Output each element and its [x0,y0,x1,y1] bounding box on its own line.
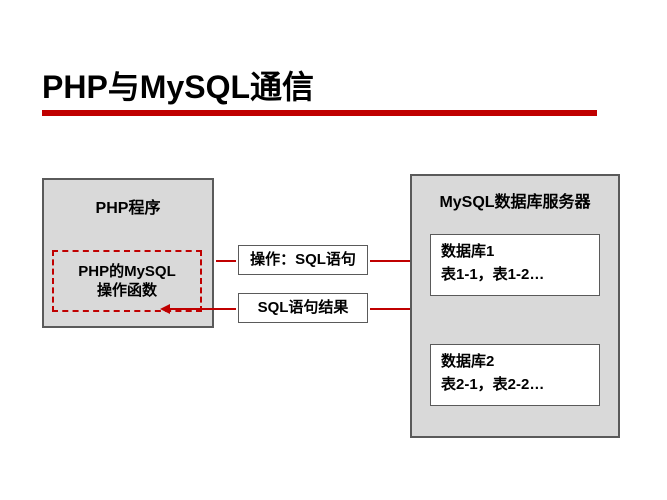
inner-line-2: 操作函数 [97,281,157,301]
database-1-box: 数据库1 表1-1，表1-2… [430,234,600,296]
db1-name: 数据库1 [441,241,589,264]
db2-tables: 表2-1，表2-2… [441,374,589,397]
db2-name: 数据库2 [441,351,589,374]
php-program-box: PHP程序 PHP的MySQL 操作函数 [42,178,214,328]
arrow-segment [170,308,236,310]
arrow-segment [216,260,236,262]
php-mysql-functions-box: PHP的MySQL 操作函数 [52,250,202,312]
db1-tables: 表1-1，表1-2… [441,264,589,287]
mysql-server-box: MySQL数据库服务器 数据库1 表1-1，表1-2… 数据库2 表2-1，表2… [410,174,620,438]
slide-title: PHP与MySQL通信 [42,62,314,108]
operation-sql-label: 操作：SQL语句 [238,245,368,275]
php-program-title: PHP程序 [44,194,212,218]
sql-result-label: SQL语句结果 [238,293,368,323]
title-underline [42,110,597,116]
inner-line-1: PHP的MySQL [78,262,176,282]
database-2-box: 数据库2 表2-1，表2-2… [430,344,600,406]
mysql-server-title: MySQL数据库服务器 [412,188,618,212]
arrow-segment [370,260,415,262]
arrow-head-icon [160,304,170,314]
